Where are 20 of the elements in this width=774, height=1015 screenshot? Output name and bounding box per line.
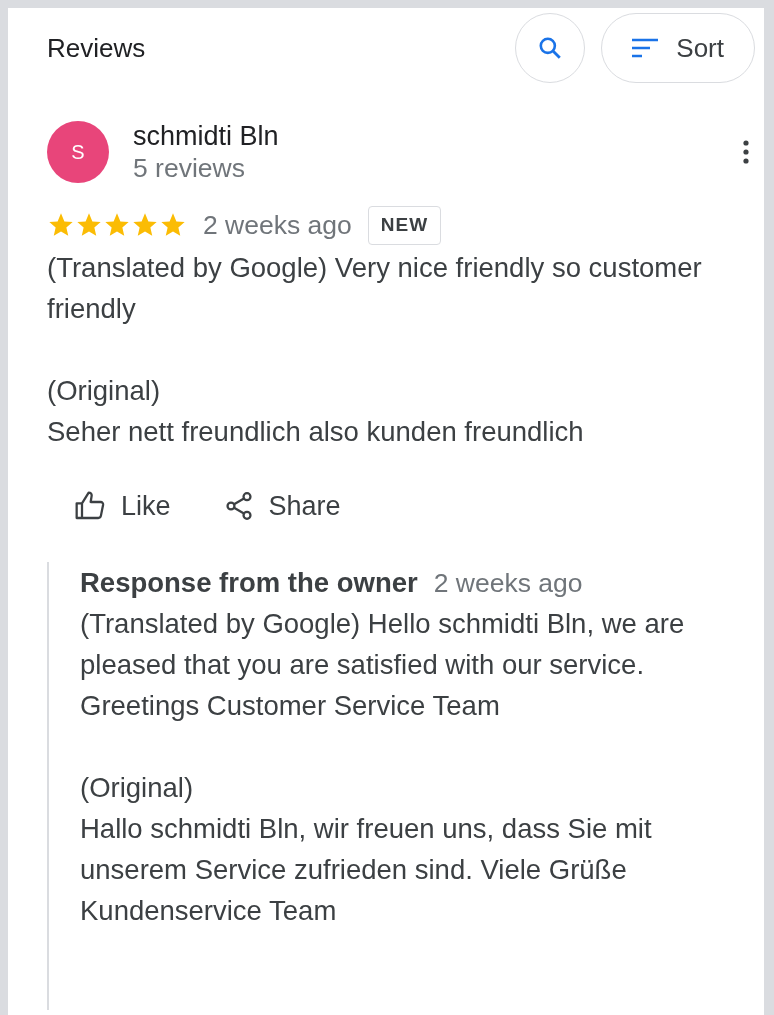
thumbs-up-icon <box>73 489 107 522</box>
review-text: (Translated by Google) Very nice friendly so customer friendly <box>47 250 703 326</box>
section-title: Reviews <box>47 31 147 65</box>
original-label: (Original) <box>47 373 162 408</box>
response-title: Response from the owner <box>80 566 418 600</box>
original-label: (Original) <box>80 771 195 805</box>
response-text: (Translated by Google) Hello schmidti Bln, we are pleased that you are satisfied with our service. Greetings Customer Service Team <box>80 607 686 723</box>
sort-icon <box>630 37 661 59</box>
avatar: S <box>47 121 109 183</box>
response-date: 2 weeks ago <box>433 567 583 599</box>
new-badge: NEW <box>367 206 442 245</box>
sort-button[interactable]: Sort <box>601 13 755 83</box>
original-text: Seher nett freundlich also kunden freundlich <box>47 414 585 449</box>
more-options-icon <box>742 139 750 165</box>
original-response-text: Hallo schmidti Bln, wir freuen uns, dass Sie mit unserem Service zufrieden sind. Viele Grüße Kundenservice Team <box>80 812 653 928</box>
review-date: 2 weeks ago <box>203 209 352 242</box>
review-count: 5 reviews <box>133 152 246 184</box>
share-button[interactable]: Share <box>208 475 355 536</box>
like-button[interactable]: Like <box>59 475 185 536</box>
reviewer-name[interactable]: schmidti Bln <box>133 120 713 152</box>
